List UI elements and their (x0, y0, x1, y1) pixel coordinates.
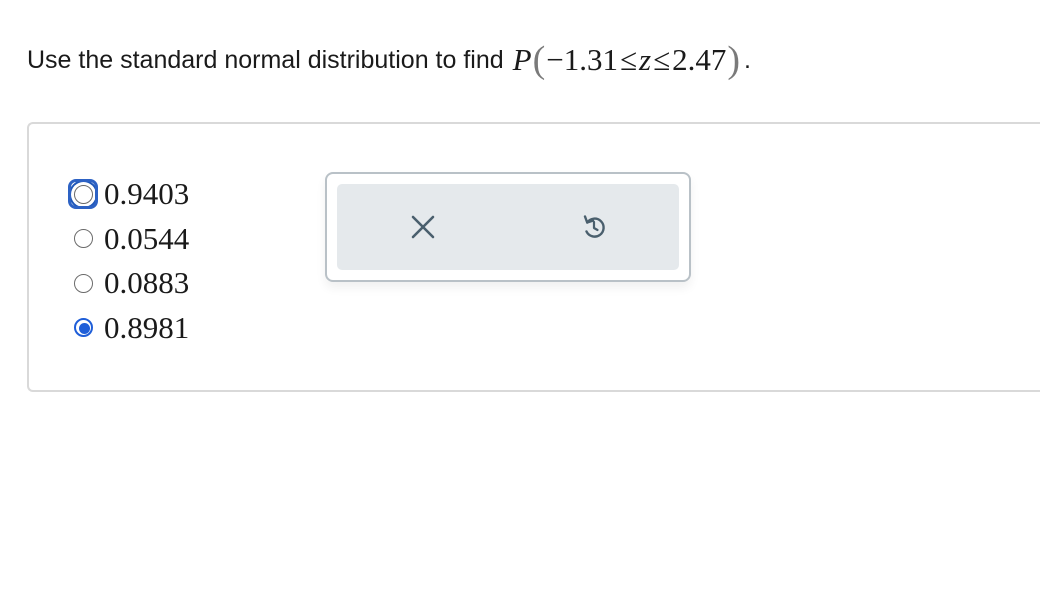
math-le-sign: ≤ (619, 42, 637, 77)
undo-icon (583, 215, 605, 238)
answer-option-3[interactable]: 0.0883 (74, 261, 189, 306)
question-period: . (744, 46, 751, 74)
answer-options: 0.9403 0.0544 0.0883 0.8981 (68, 172, 190, 351)
question-text: Use the standard normal distribution to … (27, 46, 504, 74)
option-label: 0.0883 (104, 265, 190, 301)
radio-button[interactable] (74, 273, 93, 293)
radio-button[interactable] (74, 318, 93, 338)
math-function: P (512, 42, 532, 77)
math-upper-bound: 2.47 (672, 42, 727, 77)
close-icon (411, 215, 434, 239)
radio-button[interactable] (68, 178, 98, 209)
question-prompt: Use the standard normal distribution to … (27, 38, 751, 82)
answer-option-2[interactable]: 0.0544 (74, 217, 189, 262)
math-lower-bound: −1.31 (546, 42, 618, 77)
radio-button[interactable] (74, 229, 93, 249)
clear-answer-button[interactable] (393, 197, 453, 257)
option-label: 0.0544 (104, 220, 190, 256)
math-open-paren: ( (532, 39, 546, 81)
reset-answer-button[interactable] (564, 197, 624, 257)
answer-tools (325, 172, 691, 282)
answer-tools-bar (337, 184, 679, 270)
math-close-paren: ) (727, 39, 740, 81)
answer-option-1[interactable]: 0.9403 (68, 172, 190, 217)
page: Use the standard normal distribution to … (0, 0, 1040, 600)
option-label: 0.9403 (104, 176, 190, 212)
answer-panel: 0.9403 0.0544 0.0883 0.8981 (27, 122, 1040, 392)
question-math: P ( −1.31 ≤ z ≤ 2.47 ) (513, 38, 741, 82)
math-variable: z (639, 42, 652, 77)
answer-option-4[interactable]: 0.8981 (74, 306, 189, 351)
option-label: 0.8981 (104, 309, 190, 345)
math-le-sign: ≤ (653, 42, 671, 77)
